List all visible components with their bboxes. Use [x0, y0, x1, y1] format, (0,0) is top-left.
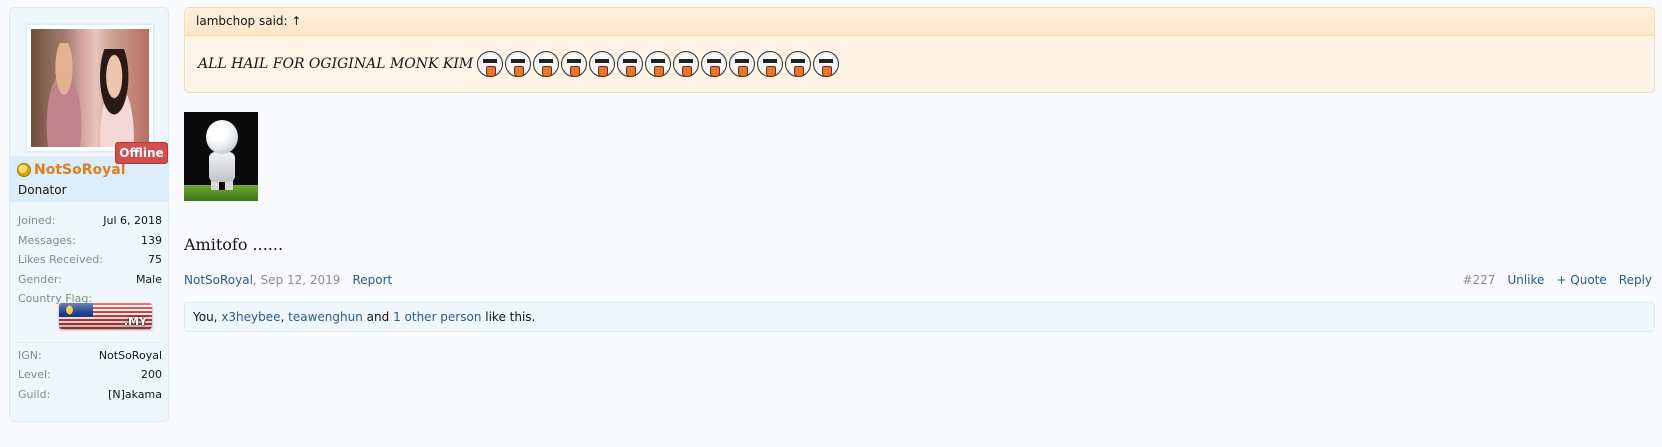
crying-face-emoji-icon — [533, 51, 560, 77]
flag-country-code: .MY — [123, 315, 147, 328]
post-number-link[interactable]: #227 — [1462, 273, 1495, 287]
post-meta: NotSoRoyal, Sep 12, 2019 Report — [184, 273, 393, 287]
quote-author[interactable]: lambchop said: ↑ — [185, 8, 1654, 36]
reply-button[interactable]: Reply — [1619, 273, 1652, 287]
post-author-link[interactable]: NotSoRoyal — [184, 273, 253, 287]
quote-body: ALL HAIL FOR OGIGINAL MONK KIM — [185, 36, 1654, 77]
emoji-row — [477, 51, 840, 77]
stat-joined: Joined: Jul 6, 2018 — [18, 214, 162, 227]
malaysia-flag-icon: .MY — [59, 303, 152, 329]
monk-character-image — [184, 112, 258, 201]
crying-face-emoji-icon — [673, 51, 700, 77]
crying-face-emoji-icon — [813, 51, 840, 77]
crying-face-emoji-icon — [729, 51, 756, 77]
donator-coin-icon — [17, 163, 31, 177]
crying-face-emoji-icon — [617, 51, 644, 77]
unlike-button[interactable]: Unlike — [1507, 273, 1544, 287]
stat-ign: IGN: NotSoRoyal — [18, 348, 162, 362]
username-text: NotSoRoyal — [34, 162, 126, 178]
crying-face-emoji-icon — [477, 51, 504, 77]
stat-messages: Messages: 139 — [18, 233, 162, 247]
quote-button[interactable]: + Quote — [1556, 273, 1606, 287]
post-message: Amitofo ...... — [184, 235, 284, 254]
crying-face-emoji-icon — [645, 51, 672, 77]
crying-face-emoji-icon — [589, 51, 616, 77]
user-sidebar: NotSoRoyal Donator Offline Joined: Jul 6… — [9, 7, 169, 422]
post-date-link[interactable]: Sep 12, 2019 — [261, 273, 341, 287]
user-title: Donator — [18, 183, 67, 197]
username-link[interactable]: NotSoRoyal — [17, 162, 126, 178]
crying-face-emoji-icon — [757, 51, 784, 77]
quote-text: ALL HAIL FOR OGIGINAL MONK KIM — [198, 56, 474, 72]
avatar[interactable] — [26, 24, 154, 152]
crying-face-emoji-icon — [785, 51, 812, 77]
avatar-photo — [31, 29, 149, 147]
offline-badge: Offline — [115, 142, 168, 164]
quote-block: lambchop said: ↑ ALL HAIL FOR OGIGINAL M… — [184, 7, 1655, 93]
stat-gender: Gender: Male — [18, 272, 162, 286]
likes-others-link[interactable]: 1 other person — [393, 310, 481, 324]
crying-face-emoji-icon — [505, 51, 532, 77]
crying-face-emoji-icon — [701, 51, 728, 77]
stats-divider — [18, 341, 162, 343]
post-actions: #227 Unlike + Quote Reply — [1462, 273, 1652, 287]
stat-level: Level: 200 — [18, 368, 162, 381]
likes-summary: You, x3heybee, teawenghun and 1 other pe… — [184, 302, 1655, 332]
stat-guild: Guild: [N]akama — [18, 387, 162, 401]
stat-likes-received: Likes Received: 75 — [18, 253, 162, 266]
crying-face-emoji-icon — [561, 51, 588, 77]
like-user-teawenghun[interactable]: teawenghun — [288, 310, 363, 324]
report-link[interactable]: Report — [352, 273, 392, 287]
like-user-x3heybee[interactable]: x3heybee — [221, 310, 280, 324]
